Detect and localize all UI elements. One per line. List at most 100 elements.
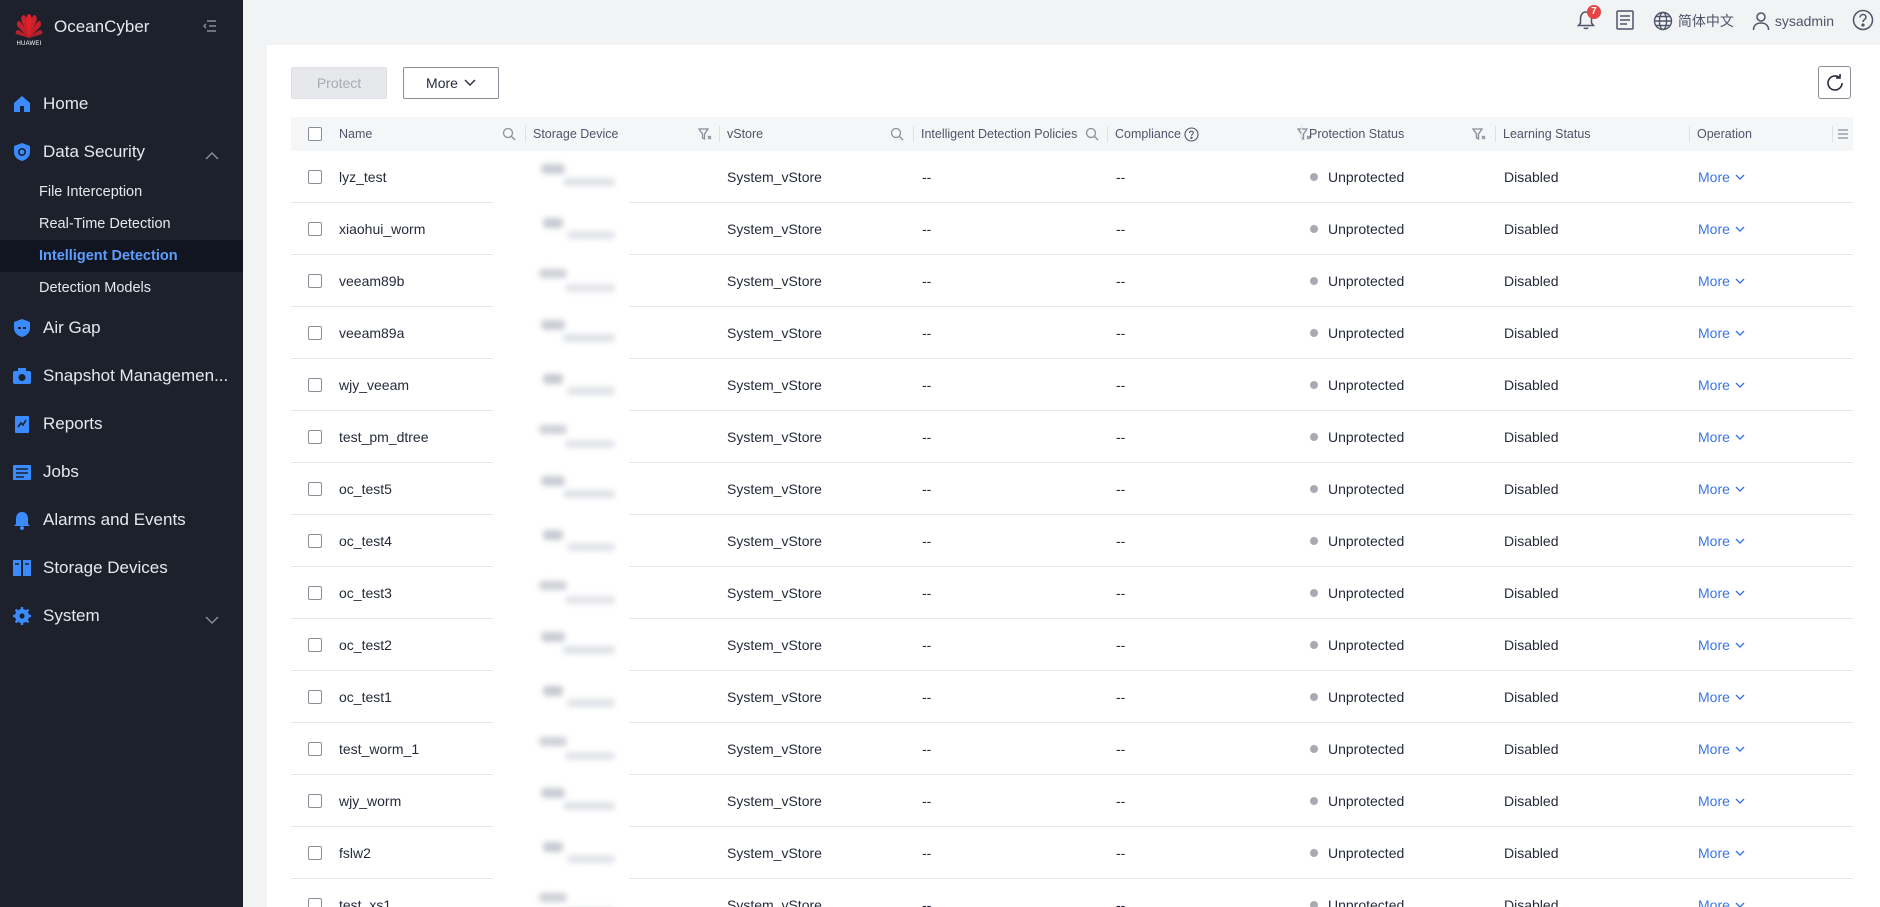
refresh-icon xyxy=(1826,73,1843,91)
row-policies: -- xyxy=(922,845,932,861)
row-checkbox[interactable] xyxy=(308,775,322,827)
select-all-checkbox[interactable] xyxy=(308,117,322,151)
sidebar-subitem-file-interception[interactable]: File Interception xyxy=(0,176,243,208)
row-more-label: More xyxy=(1698,845,1730,861)
row-more-button[interactable]: More xyxy=(1698,221,1745,237)
table-row[interactable]: veeam89a System_vStore -- -- Unprotected… xyxy=(291,307,1853,359)
row-more-label: More xyxy=(1698,377,1730,393)
table-row[interactable]: veeam89b System_vStore -- -- Unprotected… xyxy=(291,255,1853,307)
search-icon[interactable] xyxy=(890,127,904,141)
language-selector[interactable]: 简体中文 xyxy=(1653,11,1734,31)
task-list-button[interactable] xyxy=(1615,9,1635,34)
row-learning-status: Disabled xyxy=(1504,741,1559,757)
sidebar-subitem-intelligent-detection[interactable]: Intelligent Detection xyxy=(0,240,243,272)
row-storage-device-redacted xyxy=(533,619,643,671)
home-icon xyxy=(12,94,32,114)
row-compliance: -- xyxy=(1116,429,1126,445)
row-more-button[interactable]: More xyxy=(1698,741,1745,757)
help-button[interactable] xyxy=(1852,9,1874,34)
row-checkbox[interactable] xyxy=(308,359,322,411)
row-checkbox[interactable] xyxy=(308,151,322,203)
row-more-button[interactable]: More xyxy=(1698,585,1745,601)
row-checkbox[interactable] xyxy=(308,827,322,879)
row-checkbox[interactable] xyxy=(308,671,322,723)
sidebar-item-data-security[interactable]: Data Security xyxy=(0,128,243,176)
notifications-button[interactable]: 7 xyxy=(1575,5,1601,33)
table-row[interactable]: oc_test1 System_vStore -- -- Unprotected… xyxy=(291,671,1853,723)
search-icon[interactable] xyxy=(502,127,516,141)
row-checkbox[interactable] xyxy=(308,255,322,307)
row-more-label: More xyxy=(1698,741,1730,757)
row-compliance: -- xyxy=(1116,533,1126,549)
table-row[interactable]: test_worm_1 System_vStore -- -- Unprotec… xyxy=(291,723,1853,775)
sidebar-item-snapshot-management[interactable]: Snapshot Managemen... xyxy=(0,352,243,400)
table-row[interactable]: wjy_veeam System_vStore -- -- Unprotecte… xyxy=(291,359,1853,411)
huawei-logo: HUAWEI xyxy=(14,12,44,47)
table-row[interactable]: wjy_worm System_vStore -- -- Unprotected… xyxy=(291,775,1853,827)
column-settings-icon[interactable] xyxy=(1836,127,1850,141)
table-row[interactable]: oc_test2 System_vStore -- -- Unprotected… xyxy=(291,619,1853,671)
row-checkbox[interactable] xyxy=(308,567,322,619)
row-checkbox[interactable] xyxy=(308,307,322,359)
col-vstore: vStore xyxy=(727,127,764,141)
row-more-button[interactable]: More xyxy=(1698,793,1745,809)
row-checkbox[interactable] xyxy=(308,619,322,671)
sidebar-item-jobs[interactable]: Jobs xyxy=(0,448,243,496)
chevron-down-icon xyxy=(1735,434,1745,440)
table-row[interactable]: test_xs1 System_vStore -- -- Unprotected… xyxy=(291,879,1853,907)
table-row[interactable]: oc_test3 System_vStore -- -- Unprotected… xyxy=(291,567,1853,619)
row-learning-status: Disabled xyxy=(1504,481,1559,497)
row-protection-status: Unprotected xyxy=(1310,619,1404,671)
user-menu[interactable]: sysadmin xyxy=(1752,11,1834,31)
search-icon[interactable] xyxy=(1085,127,1099,141)
row-name: oc_test3 xyxy=(339,585,392,601)
status-dot xyxy=(1310,277,1318,285)
row-checkbox[interactable] xyxy=(308,203,322,255)
row-more-button[interactable]: More xyxy=(1698,377,1745,393)
table-row[interactable]: lyz_test System_vStore -- -- Unprotected… xyxy=(291,151,1853,203)
sidebar-item-system[interactable]: System xyxy=(0,592,243,640)
row-checkbox[interactable] xyxy=(308,463,322,515)
sidebar-item-label: Home xyxy=(43,94,89,113)
row-protection-status-label: Unprotected xyxy=(1328,273,1405,289)
table-row[interactable]: oc_test4 System_vStore -- -- Unprotected… xyxy=(291,515,1853,567)
row-checkbox[interactable] xyxy=(308,723,322,775)
row-protection-status-label: Unprotected xyxy=(1328,793,1405,809)
row-more-button[interactable]: More xyxy=(1698,637,1745,653)
row-more-button[interactable]: More xyxy=(1698,273,1745,289)
row-more-button[interactable]: More xyxy=(1698,897,1745,907)
sidebar-item-air-gap[interactable]: Air Gap xyxy=(0,304,243,352)
table-row[interactable]: fslw2 System_vStore -- -- Unprotected Di… xyxy=(291,827,1853,879)
row-more-button[interactable]: More xyxy=(1698,429,1745,445)
collapse-sidebar-icon[interactable] xyxy=(202,18,220,36)
sidebar-item-alarms-events[interactable]: Alarms and Events xyxy=(0,496,243,544)
brand[interactable]: HUAWEI OceanCyber xyxy=(14,12,149,47)
row-learning-status: Disabled xyxy=(1504,273,1559,289)
sidebar-subitem-detection-models[interactable]: Detection Models xyxy=(0,272,243,304)
jobs-icon xyxy=(12,462,32,482)
table-row[interactable]: test_pm_dtree System_vStore -- -- Unprot… xyxy=(291,411,1853,463)
row-checkbox[interactable] xyxy=(308,411,322,463)
sidebar-item-home[interactable]: Home xyxy=(0,80,243,128)
row-more-button[interactable]: More xyxy=(1698,481,1745,497)
sidebar-item-reports[interactable]: Reports xyxy=(0,400,243,448)
row-checkbox[interactable] xyxy=(308,879,322,907)
sidebar-subitem-real-time-detection[interactable]: Real-Time Detection xyxy=(0,208,243,240)
more-actions-button[interactable]: More xyxy=(403,67,499,99)
row-checkbox[interactable] xyxy=(308,515,322,567)
row-more-button[interactable]: More xyxy=(1698,169,1745,185)
chevron-down-icon xyxy=(1735,538,1745,544)
row-more-button[interactable]: More xyxy=(1698,689,1745,705)
table-row[interactable]: xiaohui_worm System_vStore -- -- Unprote… xyxy=(291,203,1853,255)
sidebar-item-storage-devices[interactable]: Storage Devices xyxy=(0,544,243,592)
table-row[interactable]: oc_test5 System_vStore -- -- Unprotected… xyxy=(291,463,1853,515)
row-more-button[interactable]: More xyxy=(1698,325,1745,341)
row-more-button[interactable]: More xyxy=(1698,845,1745,861)
row-compliance: -- xyxy=(1116,897,1126,907)
filter-icon[interactable] xyxy=(1471,127,1486,141)
row-compliance: -- xyxy=(1116,325,1126,341)
filter-icon[interactable] xyxy=(697,127,712,141)
protect-button[interactable]: Protect xyxy=(291,67,387,99)
row-more-button[interactable]: More xyxy=(1698,533,1745,549)
refresh-button[interactable] xyxy=(1818,66,1851,99)
